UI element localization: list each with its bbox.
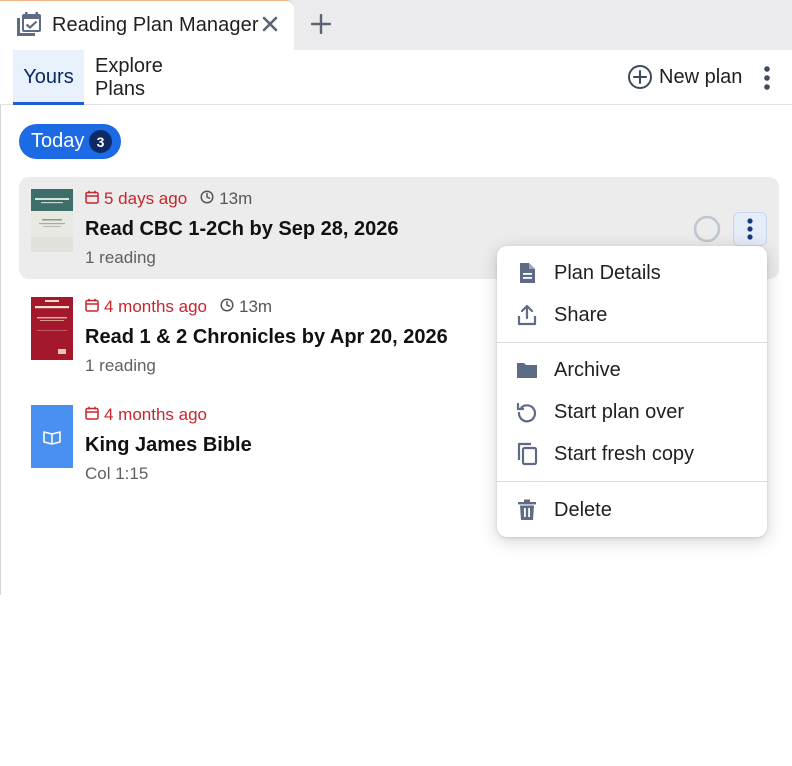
tab-title: Reading Plan Manager (52, 14, 259, 36)
tab-explore-plans[interactable]: Explore Plans (95, 50, 217, 105)
document-icon (515, 261, 539, 285)
share-icon (515, 303, 539, 327)
menu-item-archive[interactable]: Archive (497, 349, 767, 391)
close-icon[interactable] (258, 12, 282, 36)
menu-item-plan-details[interactable]: Plan Details (497, 252, 767, 294)
new-plan-label: New plan (659, 65, 743, 88)
tab-reading-plan-manager[interactable]: Reading Plan Manager (0, 0, 294, 50)
book-cover-chronicles (31, 297, 73, 360)
menu-divider (497, 481, 767, 482)
plan-meta: 5 days ago 13m (85, 189, 252, 209)
new-plan-button[interactable]: New plan (627, 63, 742, 91)
menu-item-start-plan-over[interactable]: Start plan over (497, 391, 767, 433)
tab-yours[interactable]: Yours (13, 50, 84, 105)
plan-context-menu: Plan Details Share Archive Start plan ov… (497, 246, 767, 537)
plus-circle-icon (627, 64, 653, 90)
trash-icon (515, 498, 539, 522)
plan-duration: 13m (219, 189, 253, 208)
plan-meta: 4 months ago 13m (85, 297, 272, 317)
add-tab-icon[interactable] (308, 11, 334, 37)
copy-icon (515, 442, 539, 466)
clock-icon (220, 297, 234, 317)
calendar-icon (85, 406, 99, 425)
plan-title: Read 1 & 2 Chronicles by Apr 20, 2026 (85, 326, 448, 348)
tab-explore-plans-label: Explore Plans (95, 54, 163, 100)
plan-meta: 4 months ago (85, 405, 207, 425)
left-divider (0, 105, 1, 595)
folder-icon (515, 358, 539, 382)
menu-label: Delete (554, 498, 612, 521)
plan-more-button[interactable] (733, 212, 767, 246)
menu-label: Plan Details (554, 261, 661, 284)
plan-subtitle: 1 reading (85, 356, 156, 375)
plan-title: King James Bible (85, 434, 252, 456)
plan-subtitle: 1 reading (85, 248, 156, 267)
menu-label: Start fresh copy (554, 442, 695, 465)
tab-yours-label: Yours (23, 66, 74, 88)
progress-ring-icon[interactable] (693, 215, 721, 243)
view-header: Yours Explore Plans New plan (0, 50, 792, 105)
plan-title: Read CBC 1-2Ch by Sep 28, 2026 (85, 218, 399, 240)
calendar-icon (85, 298, 99, 317)
plan-duration: 13m (239, 297, 273, 316)
menu-item-delete[interactable]: Delete (497, 489, 767, 531)
today-count-badge: 3 (89, 130, 112, 153)
today-label: Today (31, 130, 85, 152)
book-cover-cbc (31, 189, 73, 252)
calendar-check-icon (16, 12, 42, 38)
plan-due-text: 4 months ago (104, 297, 208, 316)
plan-due-text: 5 days ago (104, 189, 188, 208)
tab-strip: Reading Plan Manager (0, 0, 792, 50)
menu-label: Archive (554, 358, 621, 381)
plan-subtitle: Col 1:15 (85, 464, 149, 483)
menu-item-share[interactable]: Share (497, 294, 767, 336)
menu-item-start-fresh-copy[interactable]: Start fresh copy (497, 433, 767, 475)
restart-icon (515, 400, 539, 424)
clock-icon (200, 189, 214, 209)
today-filter-pill[interactable]: Today 3 (19, 124, 121, 159)
calendar-icon (85, 190, 99, 209)
menu-divider (497, 342, 767, 343)
bible-cover (31, 405, 73, 468)
plan-due-text: 4 months ago (104, 405, 208, 424)
menu-label: Share (554, 303, 608, 326)
more-vertical-icon[interactable] (756, 64, 778, 92)
menu-label: Start plan over (554, 400, 685, 423)
